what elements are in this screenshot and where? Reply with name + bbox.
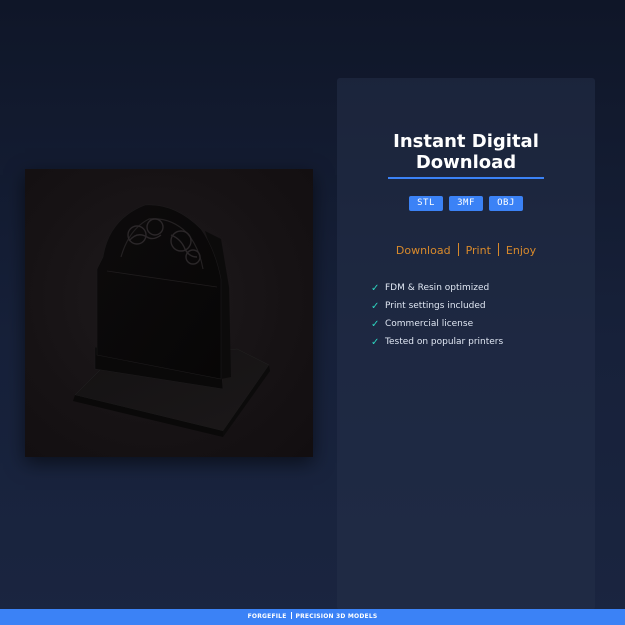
title-line-1: Instant Digital	[393, 131, 539, 152]
tagline-divider	[457, 243, 459, 256]
feature-item: ✓ Print settings included	[371, 297, 503, 315]
check-icon: ✓	[371, 318, 380, 330]
info-panel: Instant Digital Download STL 3MF OBJ Dow…	[337, 78, 595, 610]
footer-bar: FORGEFILE PRECISION 3D MODELS	[0, 609, 625, 625]
feature-item: ✓ Tested on popular printers	[371, 333, 503, 351]
panel-title: Instant Digital Download	[337, 131, 595, 173]
tagline-download: Download	[395, 244, 451, 257]
tagline-divider	[497, 243, 499, 256]
format-tag-obj: OBJ	[489, 196, 523, 211]
feature-label: Tested on popular printers	[385, 337, 504, 347]
feature-item: ✓ Commercial license	[371, 315, 503, 333]
check-icon: ✓	[371, 336, 380, 348]
format-tag-3mf: 3MF	[449, 196, 483, 211]
check-icon: ✓	[371, 300, 380, 312]
format-tag-stl: STL	[409, 196, 443, 211]
tagline: Download Print Enjoy	[337, 243, 595, 259]
feature-list: ✓ FDM & Resin optimized ✓ Print settings…	[371, 279, 503, 351]
feature-label: Commercial license	[385, 319, 474, 329]
check-icon: ✓	[371, 282, 380, 294]
footer-brand: FORGEFILE	[247, 613, 287, 620]
title-line-2: Download	[415, 152, 517, 173]
feature-item: ✓ FDM & Resin optimized	[371, 279, 503, 297]
feature-label: FDM & Resin optimized	[385, 283, 490, 293]
title-underline	[388, 177, 544, 179]
footer-divider	[290, 612, 292, 619]
tagline-enjoy: Enjoy	[505, 244, 537, 257]
format-tags: STL 3MF OBJ	[337, 196, 595, 211]
product-image	[25, 169, 313, 457]
tombstone-model-image	[73, 204, 270, 437]
feature-label: Print settings included	[385, 301, 486, 311]
footer-subtitle: PRECISION 3D MODELS	[295, 613, 378, 620]
tagline-print: Print	[465, 244, 491, 257]
